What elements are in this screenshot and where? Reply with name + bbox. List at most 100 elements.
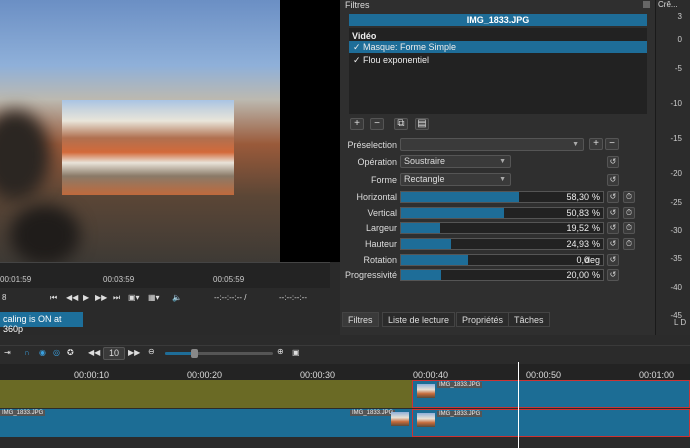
meter-tick: -20 [670,169,682,178]
track-clip-selected[interactable]: IMG_1833.JPG [412,409,690,437]
slider-unit: deg [584,255,600,265]
vertical-slider[interactable]: 50,83% [400,207,604,219]
filter-category-video: Vidéo [352,31,377,41]
checkbox-checked-icon[interactable]: ✓ [353,54,363,66]
timeline-tick: 00:00:50 [526,370,562,380]
keyframe-icon[interactable]: ⏱ [623,238,635,250]
clip-thumbnail [417,413,435,427]
clip-label: IMG_1833.JPG [350,410,396,416]
preset-select[interactable]: ▼ [400,138,584,151]
meter-tick: -15 [670,134,682,143]
keyframe-icon[interactable]: ⏱ [623,222,635,234]
keyframe-icon[interactable]: ⏱ [623,191,635,203]
zoom-value-input[interactable]: 10 [103,347,125,360]
filter-item-label: Masque: Forme Simple [363,42,457,52]
tab-properties[interactable]: Propriétés [456,312,510,327]
clip-thumbnail [417,384,435,398]
reset-icon[interactable]: ↺ [607,156,619,168]
remove-filter-button[interactable]: − [370,118,384,130]
zoom-out-step-icon[interactable]: ◀◀ [88,348,100,357]
rewind-icon[interactable]: ◀◀ [66,293,78,302]
reset-icon[interactable]: ↺ [607,269,619,281]
scaling-notice: caling is ON at 360p [0,312,83,334]
player-ruler[interactable] [0,262,330,288]
zoom-in-icon[interactable]: ⊕ [277,347,284,356]
reset-icon[interactable]: ↺ [607,174,619,186]
zoom-slider-handle[interactable] [191,349,198,358]
volume-icon[interactable]: 🔈 [172,293,182,302]
track-clip-selected[interactable]: IMG_1833.JPG [412,380,690,408]
reset-icon[interactable]: ↺ [607,238,619,250]
filter-item[interactable]: ✓ Masque: Forme Simple [349,41,647,53]
chevron-down-icon: ▼ [572,141,579,148]
meter-tick: -30 [670,226,682,235]
panel-title: Filtres [345,0,370,10]
timecode-current[interactable]: --:--:--:-- / [214,293,246,302]
paste-filter-button[interactable]: ▤ [415,118,429,130]
timeline-tick: 00:00:40 [413,370,449,380]
zoom-fit-icon[interactable]: ▣ [292,348,300,357]
copy-filter-button[interactable]: ⧉ [394,118,408,130]
skip-end-icon[interactable]: ⏭ [113,293,120,303]
slider-fill [401,192,519,202]
play-icon[interactable]: ▶ [83,293,89,302]
delete-preset-button[interactable]: − [605,138,619,150]
fast-forward-icon[interactable]: ▶▶ [95,293,107,302]
zoom-fit-icon[interactable]: ▣▾ [128,293,140,302]
meter-tick: 0 [677,35,682,44]
keyframe-icon[interactable]: ⏱ [623,207,635,219]
meter-tick: -5 [674,64,682,73]
close-icon[interactable] [643,1,650,8]
clip-name-header: IMG_1833.JPG [349,14,647,26]
slider-value: 50,83 [566,208,589,218]
chevron-down-icon: ▼ [499,158,506,165]
reset-icon[interactable]: ↺ [607,207,619,219]
playhead[interactable] [518,362,519,448]
shape-select[interactable]: Rectangle ▼ [400,173,511,186]
snap-icon[interactable]: ∩ [24,348,30,357]
skip-start-icon[interactable]: ⏮ [50,293,57,303]
height-slider[interactable]: 24,93% [400,238,604,250]
star-icon[interactable]: ✪ [67,348,74,357]
ripple-icon[interactable]: ⇥ [4,348,11,357]
tab-jobs[interactable]: Tâches [508,312,550,327]
reset-icon[interactable]: ↺ [607,254,619,266]
horizontal-slider[interactable]: 58,30% [400,191,604,203]
ruler-tick: 00:01:59 [0,275,32,284]
slider-value: 58,30 [566,192,589,202]
softness-slider[interactable]: 20,00% [400,269,604,281]
meter-title: Crê... [658,0,678,9]
tab-playlist[interactable]: Liste de lecture [382,312,456,327]
zoom-in-step-icon[interactable]: ▶▶ [128,348,140,357]
video-preview[interactable] [0,0,280,262]
slider-fill [401,223,441,233]
clip-label: IMG_1833.JPG [437,411,483,417]
timeline-tick: 00:00:30 [300,370,336,380]
param-label: Progressivité [344,270,397,280]
checkbox-checked-icon[interactable]: ✓ [353,41,363,53]
slider-fill [401,255,468,265]
save-preset-button[interactable]: + [589,138,603,150]
reset-icon[interactable]: ↺ [607,191,619,203]
operation-label: Opération [357,157,397,167]
slider-unit: % [591,270,600,280]
width-slider[interactable]: 19,52% [400,222,604,234]
tab-filters[interactable]: Filtres [342,312,379,327]
meter-tick: -10 [670,99,682,108]
frame-counter: 8 [2,293,7,302]
blur-region [0,110,50,200]
rotation-slider[interactable]: 0,0 deg [400,254,604,266]
param-label: Rotation [363,255,397,265]
preset-label: Préselection [347,140,397,150]
ripple-all-icon[interactable]: ◎ [53,348,60,357]
scrub-icon[interactable]: ◉ [39,348,46,357]
clip-label: IMG_1833.JPG [437,382,483,388]
operation-select[interactable]: Soustraire ▼ [400,155,511,168]
add-filter-button[interactable]: + [350,118,364,130]
zoom-out-icon[interactable]: ⊖ [148,347,155,356]
timeline-tick: 00:00:20 [187,370,223,380]
reset-icon[interactable]: ↺ [607,222,619,234]
grid-icon[interactable]: ▦▾ [148,293,160,302]
letterbox-bar [280,0,340,262]
filter-item[interactable]: ✓ Flou exponentiel [349,54,647,66]
